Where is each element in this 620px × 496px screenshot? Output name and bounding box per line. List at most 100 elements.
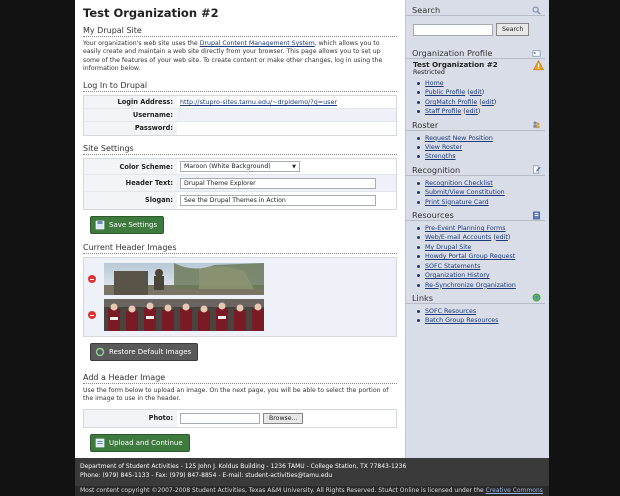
login-form: Login Address: http://stupro-sites.tamu.… [83,95,397,137]
search-input[interactable] [413,23,493,36]
orgmatch-profile-edit-link[interactable]: edit [482,99,494,106]
restore-default-images-button[interactable]: Restore Default Images [90,343,199,362]
login-address-label: Login Address: [84,96,177,109]
list-item: Print Signature Card [417,198,549,207]
save-icon [95,220,105,230]
slogan-input[interactable] [180,195,376,207]
delete-icon[interactable] [88,311,96,320]
chevron-down-icon: ▼ [292,163,296,170]
upload-continue-button[interactable]: Upload and Continue [90,433,190,452]
roster-heading: Roster [412,119,439,130]
color-scheme-select[interactable]: Maroon (White Background) ▼ [180,161,300,173]
search-icon [532,6,541,15]
profile-card-icon [532,49,541,57]
add-image-intro: Use the form below to upload an image. O… [83,387,389,403]
pre-event-forms-link[interactable]: Pre-Event Planning Forms [425,225,506,232]
color-scheme-value: Maroon (White Background) [184,163,271,171]
org-profile-heading: Organization Profile [412,48,493,58]
header-images-list [83,257,397,338]
browse-button[interactable]: Browse... [263,413,304,425]
list-item: SOFC Resources [417,307,549,316]
signature-card-link[interactable]: Print Signature Card [425,199,489,206]
sidebar: Search Search Organization Profile Test … [405,0,549,458]
resources-list: Pre-Event Planning Forms Web/E-mail Acco… [406,221,549,293]
username-row: Username: [84,109,396,123]
login-address-link[interactable]: http://stupro-sites.tamu.edu/~drpldemo/?… [180,98,337,106]
list-item: Home [417,79,549,88]
upload-icon [95,438,105,448]
list-item: Organization History [417,271,549,280]
roster-heading-bar: Roster [406,120,545,131]
org-profile-heading-bar: Organization Profile [406,48,545,59]
home-link[interactable]: Home [425,80,444,87]
header-image-row [84,297,396,333]
footer-address: Department of Student Activities - 125 J… [80,463,407,470]
color-scheme-label: Color Scheme: [84,159,177,175]
recognition-checklist-link[interactable]: Recognition Checklist [425,180,493,187]
username-label: Username: [84,109,177,122]
org-name: Test Organization #2 [413,60,498,69]
view-roster-link[interactable]: View Roster [425,144,462,151]
group-icon [533,121,540,129]
strengths-link[interactable]: Strengths [425,153,456,160]
save-settings-button[interactable]: Save Settings [90,216,165,235]
org-profile-list: Home Public Profile (edit) OrgMatch Prof… [406,76,549,120]
staff-profile-link[interactable]: Staff Profile [425,108,461,115]
footer-contact: Phone: (979) 845-1133 - Fax: (979) 847-8… [80,471,333,479]
web-email-link[interactable]: Web/E-mail Accounts [425,234,491,241]
web-email-edit-link[interactable]: edit [496,234,508,241]
public-profile-link[interactable]: Public Profile [425,89,465,96]
header-image-1 [104,263,264,296]
roster-list: Request New Position View Roster Strengt… [406,131,549,165]
constitution-link[interactable]: Submit/View Constitution [425,189,505,196]
slogan-label: Slogan: [84,192,177,210]
list-item: Batch Group Resources [417,316,549,325]
org-history-link[interactable]: Organization History [425,272,490,279]
refresh-icon [95,347,105,357]
main-content: Test Organization #2 My Drupal Site Your… [75,0,405,458]
list-item: Public Profile (edit) [417,88,549,97]
recognition-heading: Recognition [412,164,461,175]
search-heading-bar: Search [406,5,545,16]
list-item: My Drupal Site [417,243,549,252]
mydrupal-intro: Your organization's web site uses the Dr… [83,40,397,73]
links-heading-bar: Links [406,293,545,304]
resources-heading: Resources [412,210,454,221]
search-button[interactable]: Search [496,23,530,36]
restore-label: Restore Default Images [109,348,192,357]
orgmatch-profile-link[interactable]: OrgMatch Profile [425,99,477,106]
batch-group-link[interactable]: Batch Group Resources [425,317,498,324]
current-images-heading: Current Header Images [83,243,397,255]
my-drupal-site-link[interactable]: My Drupal Site [425,244,471,251]
list-item: View Roster [417,143,549,152]
request-position-link[interactable]: Request New Position [425,135,493,142]
login-address-row: Login Address: http://stupro-sites.tamu.… [84,96,396,110]
globe-icon [532,294,541,302]
login-heading: Log In to Drupal [83,81,397,93]
save-settings-label: Save Settings [109,221,158,230]
public-profile-edit-link[interactable]: edit [470,89,482,96]
list-item: OrgMatch Profile (edit) [417,98,549,107]
password-label: Password: [84,122,177,136]
book-icon [533,211,540,219]
list-item: SOFC Statements [417,262,549,271]
org-status: Restricted [413,69,445,76]
search-heading: Search [412,5,441,15]
photo-row: Photo: Browse... [84,409,396,427]
photo-file-input[interactable] [180,412,260,424]
slogan-row: Slogan: [84,192,396,210]
copyright-text: Most content copyright ©2007-2008 Studen… [80,487,486,494]
upload-label: Upload and Continue [109,438,183,447]
header-text-row: Header Text: [84,175,396,193]
resync-org-link[interactable]: Re-Synchronize Organization [425,282,516,289]
sofc-statements-link[interactable]: SOFC Statements [425,263,480,270]
drupal-cms-link[interactable]: Drupal Content Management System [200,40,315,47]
delete-icon[interactable] [88,275,96,284]
howdy-portal-link[interactable]: Howdy Portal Group Request [425,253,515,260]
header-text-input[interactable] [180,177,376,189]
recognition-list: Recognition Checklist Submit/View Consti… [406,176,549,210]
staff-profile-edit-link[interactable]: edit [466,108,478,115]
list-item: Re-Synchronize Organization [417,281,549,290]
sofc-resources-link[interactable]: SOFC Resources [425,308,476,315]
creative-commons-link[interactable]: Creative Commons [486,487,543,494]
